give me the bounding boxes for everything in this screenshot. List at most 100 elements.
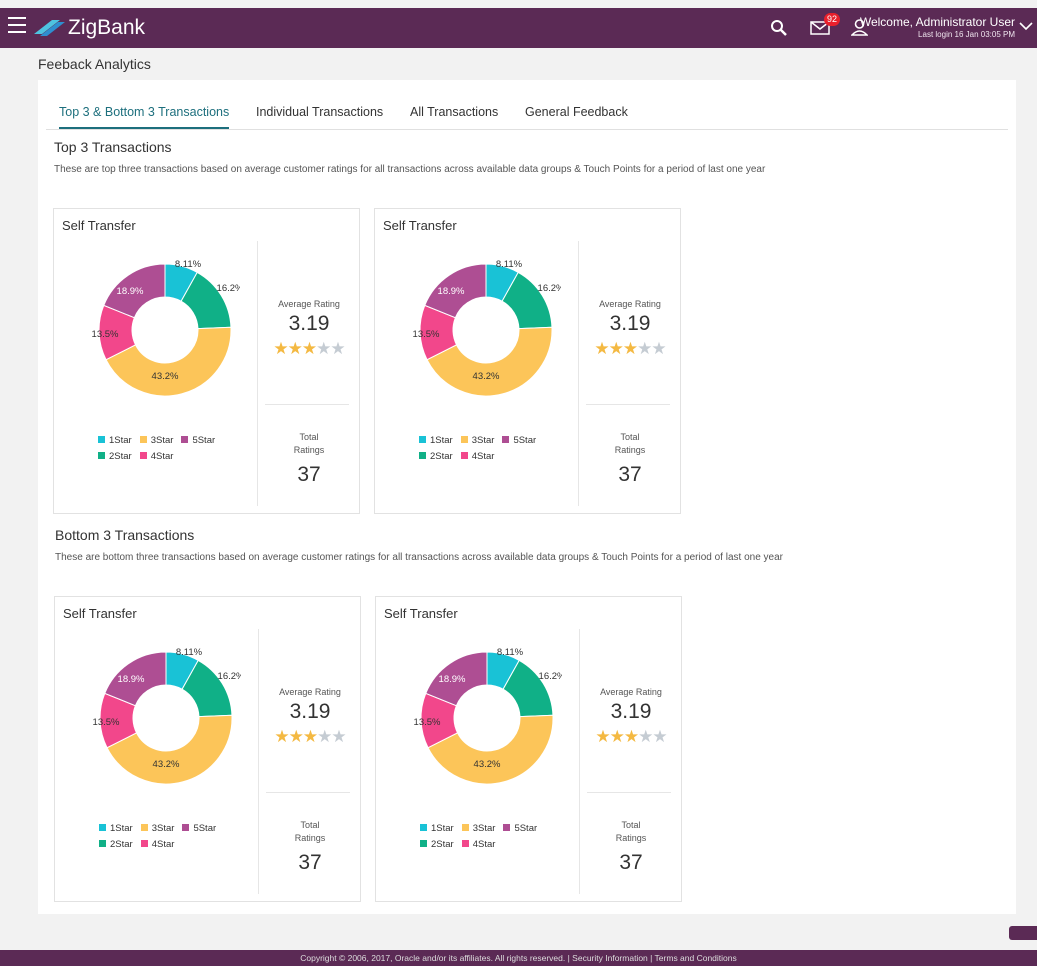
star-icon: ★ [652, 727, 667, 746]
legend-item[interactable]: 2Star [420, 839, 454, 850]
chevron-down-icon[interactable] [1019, 21, 1033, 31]
tab-individual-transactions[interactable]: Individual Transactions [256, 105, 383, 119]
donut-label-4star: 13.5% [93, 717, 120, 728]
card-divider-horizontal [265, 404, 349, 405]
legend-label: 5Star [513, 435, 537, 446]
legend-row: 2Star 4Star [98, 451, 248, 467]
average-rating-value: 3.19 [610, 700, 652, 723]
donut-label-3star: 43.2% [153, 759, 180, 770]
legend-label: 3Star [150, 435, 174, 446]
legend-label: 2Star [430, 451, 453, 462]
legend-item[interactable]: 1Star [420, 823, 454, 834]
last-login-text: Last login 16 Jan 03:05 PM [918, 30, 1015, 39]
donut-label-2star: 16.2% [217, 283, 240, 294]
tab-all-transactions[interactable]: All Transactions [410, 105, 498, 119]
legend-item[interactable]: 5Star [182, 823, 216, 834]
legend-item[interactable]: 4Star [140, 839, 174, 850]
legend-swatch [419, 436, 426, 443]
star-rating: ★★★★★ [580, 727, 682, 747]
donut-label-4star: 13.5% [414, 717, 441, 728]
donut-label-3star: 43.2% [473, 371, 500, 382]
donut-label-5star: 18.9% [438, 286, 465, 297]
legend-row: 1Star 3Star 5Star [98, 435, 248, 451]
legend-swatch [140, 824, 148, 831]
donut-label-2star: 16.2% [539, 671, 562, 682]
legend-swatch [98, 436, 105, 443]
average-rating-block: Average Rating 3.19 ★★★★★ [579, 299, 681, 359]
donut-label-5star: 18.9% [439, 674, 466, 685]
legend-item[interactable]: 3Star [461, 823, 496, 834]
legend-item[interactable]: 5Star [181, 435, 215, 446]
legend-label: 4Star [150, 451, 174, 462]
legend-label: 1Star [430, 435, 453, 446]
section-title-top: Top 3 Transactions [54, 139, 172, 155]
search-icon[interactable] [770, 19, 788, 37]
legend-item[interactable]: 1Star [98, 435, 132, 446]
average-rating-label: Average Rating [278, 299, 340, 309]
average-rating-value: 3.19 [288, 312, 330, 335]
rating-donut-chart: 8.11% 16.2% 43.2% 13.5% 18.9% [92, 259, 240, 397]
legend-swatch [460, 436, 468, 443]
legend-label: 3Star [472, 823, 496, 834]
chart-legend: 1Star 3Star 5Star 2Star 4Star [99, 823, 249, 855]
donut-label-3star: 43.2% [474, 759, 501, 770]
donut-label-5star: 18.9% [117, 286, 144, 297]
legend-item[interactable]: 2Star [98, 451, 132, 462]
legend-item[interactable]: 2Star [99, 839, 133, 850]
legend-label: 4Star [472, 839, 496, 850]
content-panel: Top 3 & Bottom 3 Transactions Individual… [38, 80, 1016, 914]
star-icon: ★ [302, 727, 318, 746]
legend-label: 3Star [471, 435, 495, 446]
page-title: Feeback Analytics [38, 56, 151, 72]
section-desc-top: These are top three transactions based o… [54, 164, 766, 175]
hamburger-menu-icon[interactable] [8, 17, 26, 33]
average-rating-label: Average Rating [279, 687, 341, 697]
scroll-top-button[interactable] [1009, 926, 1037, 940]
card-divider-horizontal [587, 792, 671, 793]
legend-item[interactable]: 1Star [99, 823, 133, 834]
legend-label: 2Star [110, 839, 133, 850]
card-title: Self Transfer [63, 606, 137, 621]
legend-item[interactable]: 4Star [139, 451, 174, 462]
legend-label: 5Star [192, 435, 216, 446]
legend-swatch [460, 452, 468, 459]
legend-row: 1Star 3Star 5Star [99, 823, 249, 839]
legend-label: 4Star [471, 451, 495, 462]
legend-row: 1Star 3Star 5Star [420, 823, 570, 839]
average-rating-block: Average Rating 3.19 ★★★★★ [258, 299, 360, 359]
legend-swatch [98, 452, 105, 459]
legend-label: 2Star [109, 451, 132, 462]
legend-swatch [502, 436, 510, 443]
star-rating: ★★★★★ [258, 339, 360, 359]
tab-general-feedback[interactable]: General Feedback [525, 105, 628, 119]
legend-item[interactable]: 5Star [503, 823, 537, 834]
legend-row: 2Star 4Star [99, 839, 249, 855]
tab-top-bottom-transactions[interactable]: Top 3 & Bottom 3 Transactions [59, 105, 230, 129]
legend-item[interactable]: 4Star [461, 839, 496, 850]
legend-swatch [420, 824, 427, 831]
total-ratings-block: Total Ratings 37 [579, 431, 681, 487]
transaction-card: Self Transfer 8.11% 16.2% 43.2% 13.5% 18.9% 1S… [53, 208, 360, 514]
welcome-block[interactable]: Welcome, Administrator User Last login 1… [860, 15, 1015, 39]
rating-donut-chart: 8.11% 16.2% 43.2% 13.5% 18.9% [414, 647, 562, 785]
legend-swatch [419, 452, 426, 459]
legend-row: 1Star 3Star 5Star [419, 435, 569, 451]
legend-item[interactable]: 3Star [460, 435, 495, 446]
card-title: Self Transfer [383, 218, 457, 233]
legend-item[interactable]: 4Star [460, 451, 495, 462]
star-icon: ★ [273, 339, 288, 358]
donut-label-2star: 16.2% [218, 671, 241, 682]
legend-item[interactable]: 3Star [139, 435, 174, 446]
legend-swatch [461, 824, 469, 831]
legend-item[interactable]: 1Star [419, 435, 453, 446]
average-rating-block: Average Rating 3.19 ★★★★★ [259, 687, 361, 747]
legend-label: 5Star [514, 823, 538, 834]
legend-item[interactable]: 2Star [419, 451, 453, 462]
legend-label: 1Star [431, 823, 454, 834]
legend-swatch [99, 824, 106, 831]
transaction-card: Self Transfer 8.11% 16.2% 43.2% 13.5% 18.9% 1S… [54, 596, 361, 902]
transaction-card: Self Transfer 8.11% 16.2% 43.2% 13.5% 18.9% 1S… [375, 596, 682, 902]
legend-item[interactable]: 3Star [140, 823, 174, 834]
total-label: Total [300, 820, 320, 830]
legend-item[interactable]: 5Star [502, 435, 536, 446]
